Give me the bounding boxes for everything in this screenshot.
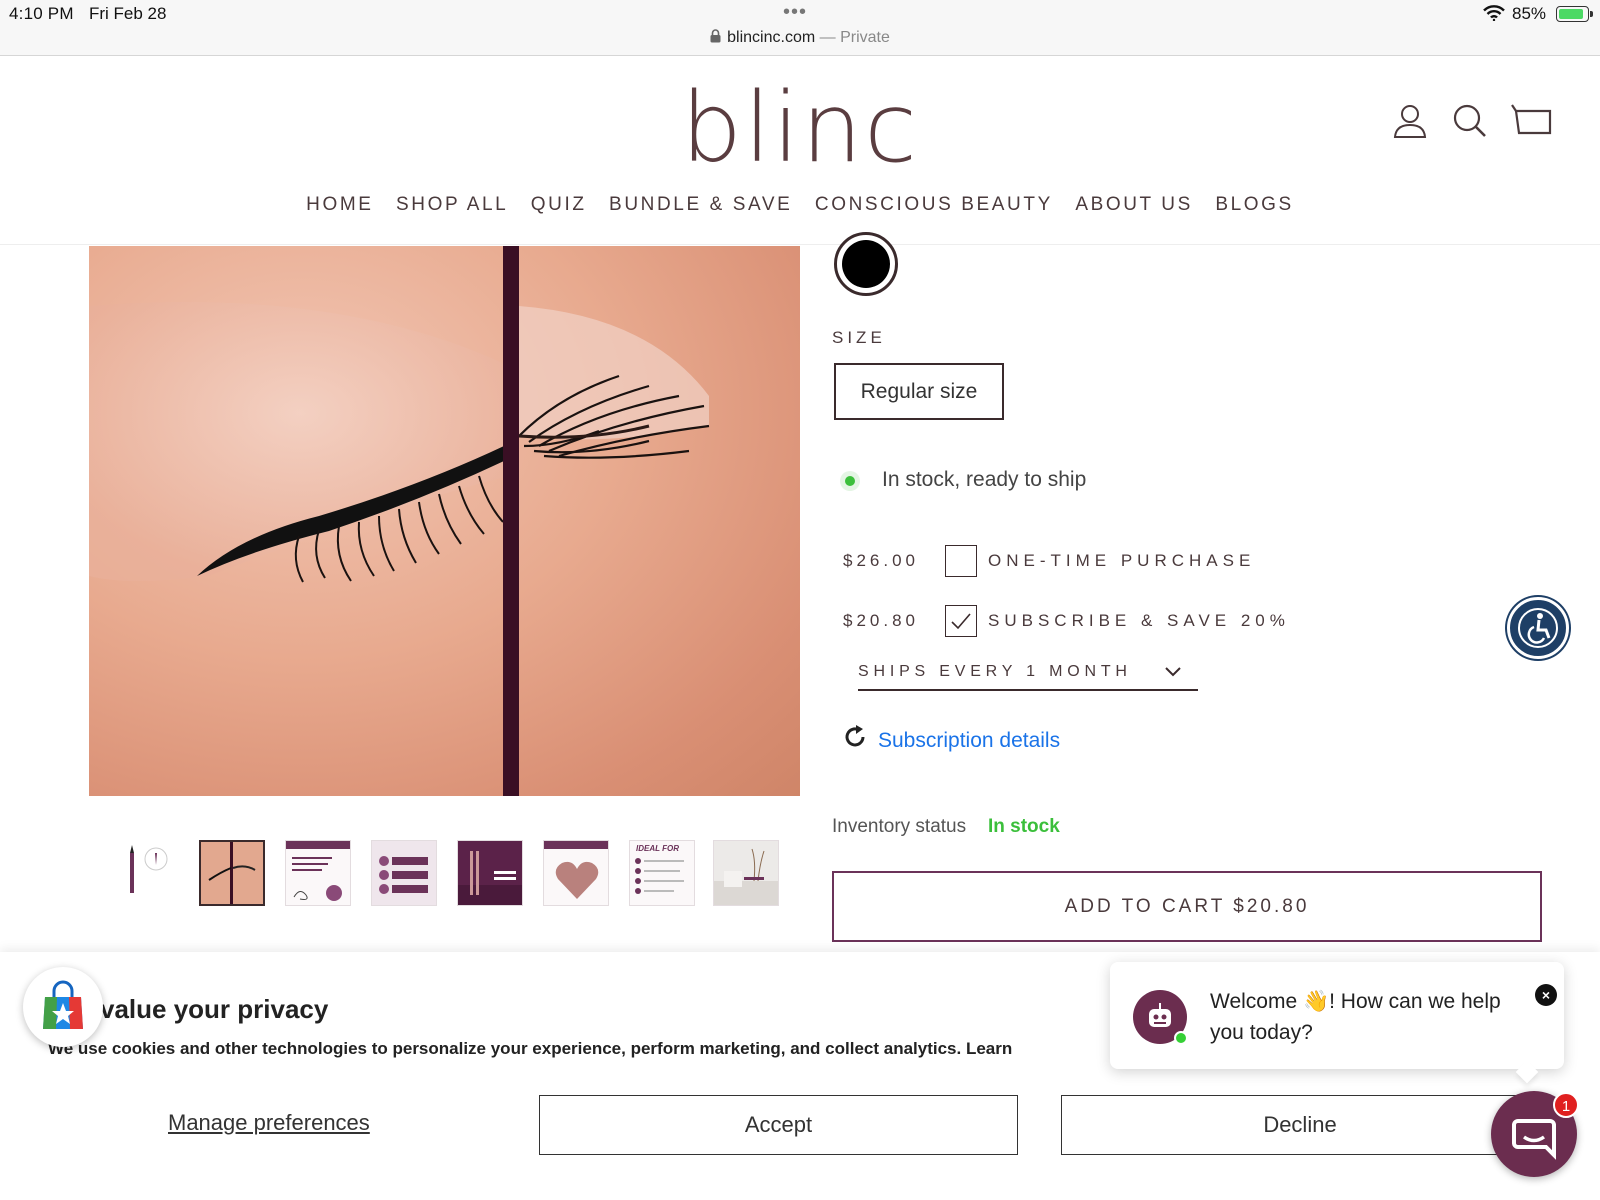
color-swatch-black[interactable] — [834, 232, 898, 296]
address-bar[interactable]: blincinc.com — Private — [0, 29, 1600, 47]
lifestyle-image — [714, 848, 778, 905]
subscribe-price: $20.80 — [843, 611, 919, 630]
thumbnail-infographic-1[interactable] — [285, 840, 351, 906]
private-label: — Private — [815, 29, 890, 46]
status-date: Fri Feb 28 — [89, 4, 167, 23]
lock-icon — [710, 29, 721, 43]
manage-preferences-link[interactable]: Manage preferences — [168, 1110, 370, 1136]
decline-button[interactable]: Decline — [1061, 1095, 1539, 1155]
ships-frequency-value: SHIPS EVERY 1 MONTH — [858, 663, 1132, 680]
nav-conscious-beauty[interactable]: CONSCIOUS BEAUTY — [815, 194, 1053, 216]
nav-about-us[interactable]: ABOUT US — [1075, 194, 1193, 216]
shopping-bag-star-icon — [43, 980, 83, 1029]
stock-status-text: In stock, ready to ship — [882, 468, 1087, 491]
status-time: 4:10 PM — [9, 4, 74, 23]
infographic-1-image — [292, 857, 342, 901]
infographic-2-image — [372, 841, 436, 905]
one-time-purchase-label[interactable]: ONE-TIME PURCHASE — [988, 551, 1255, 571]
thumbnail-eyeliner-pen[interactable] — [117, 840, 183, 906]
thumbnail-strip: IDEAL FOR — [117, 840, 787, 908]
nav-quiz[interactable]: QUIZ — [531, 194, 587, 216]
privacy-badge[interactable] — [23, 967, 103, 1047]
chat-welcome-message: Welcome 👋! How can we help you today? — [1210, 990, 1501, 1044]
privacy-title: value your privacy — [100, 994, 329, 1024]
in-stock-indicator-icon — [840, 471, 860, 491]
infographic-3-image — [458, 851, 522, 905]
accessibility-icon — [1518, 608, 1558, 648]
inventory-status-label: Inventory status — [832, 816, 967, 837]
ships-frequency-select[interactable]: SHIPS EVERY 1 MONTH — [858, 651, 1198, 691]
subscribe-save-checkbox[interactable] — [945, 605, 977, 637]
thumbnail-ideal-for[interactable]: IDEAL FOR — [629, 840, 695, 906]
nav-home[interactable]: HOME — [306, 194, 373, 216]
thumbnail-infographic-4[interactable] — [543, 840, 609, 906]
battery-percent: 85% — [1512, 4, 1547, 23]
refresh-icon — [845, 725, 865, 747]
browser-status-bar: 4:10 PM Fri Feb 28 ••• blincinc.com — Pr… — [0, 0, 1600, 56]
thumbnail-infographic-3[interactable] — [457, 840, 523, 906]
add-to-cart-button[interactable]: ADD TO CART $20.80 — [832, 871, 1542, 942]
thumbnail-infographic-2[interactable] — [371, 840, 437, 906]
unread-count-badge: 1 — [1553, 1092, 1579, 1118]
close-icon[interactable]: × — [1535, 984, 1557, 1006]
one-time-price: $26.00 — [843, 551, 919, 570]
eye-closeup-image — [89, 302, 710, 583]
accessibility-button[interactable] — [1507, 597, 1569, 659]
ideal-for-list-image — [635, 858, 684, 894]
nav-bundle-save[interactable]: BUNDLE & SAVE — [609, 194, 792, 216]
thumbnail-eye-closeup[interactable] — [199, 840, 265, 906]
online-status-icon — [1174, 1031, 1188, 1045]
account-icon[interactable] — [1390, 101, 1430, 141]
accept-button[interactable]: Accept — [539, 1095, 1018, 1155]
checkmark-icon — [951, 613, 971, 630]
main-nav: HOME SHOP ALL QUIZ BUNDLE & SAVE CONSCIO… — [0, 194, 1600, 216]
nav-shop-all[interactable]: SHOP ALL — [396, 194, 508, 216]
battery-icon — [1556, 6, 1593, 22]
product-main-image[interactable] — [89, 246, 800, 796]
site-logo[interactable]: blinc — [0, 73, 1600, 183]
nav-blogs[interactable]: BLOGS — [1215, 194, 1293, 216]
thumbnail-lifestyle[interactable] — [713, 840, 779, 906]
cart-icon[interactable] — [1510, 101, 1556, 141]
thumbnail-ideal-for-text: IDEAL FOR — [636, 844, 679, 853]
search-icon[interactable] — [1450, 101, 1490, 141]
size-option-regular[interactable]: Regular size — [834, 363, 1004, 420]
privacy-text: We use cookies and other technologies to… — [48, 1039, 1013, 1058]
before-after-divider — [503, 246, 519, 796]
heart-image — [555, 861, 599, 899]
one-time-purchase-checkbox[interactable] — [945, 545, 977, 577]
subscription-details-link[interactable]: Subscription details — [878, 729, 1060, 753]
inventory-status-value: In stock — [988, 816, 1060, 837]
swatch-fill — [842, 240, 890, 288]
chevron-down-icon — [1165, 667, 1181, 677]
site-header: blinc HOME SHOP ALL QUIZ BUNDLE & SAVE C… — [0, 57, 1600, 245]
eyeliner-pen-icon — [130, 845, 168, 893]
subscribe-save-label[interactable]: SUBSCRIBE & SAVE 20% — [988, 611, 1290, 631]
wifi-icon — [1483, 5, 1505, 21]
more-dots-icon[interactable]: ••• — [783, 2, 807, 22]
url-text: blincinc.com — [727, 29, 816, 46]
chat-welcome-popup[interactable]: Welcome 👋! How can we help you today? × — [1110, 962, 1564, 1069]
size-label: SIZE — [832, 328, 886, 347]
eye-thumbnail-image — [208, 842, 256, 904]
